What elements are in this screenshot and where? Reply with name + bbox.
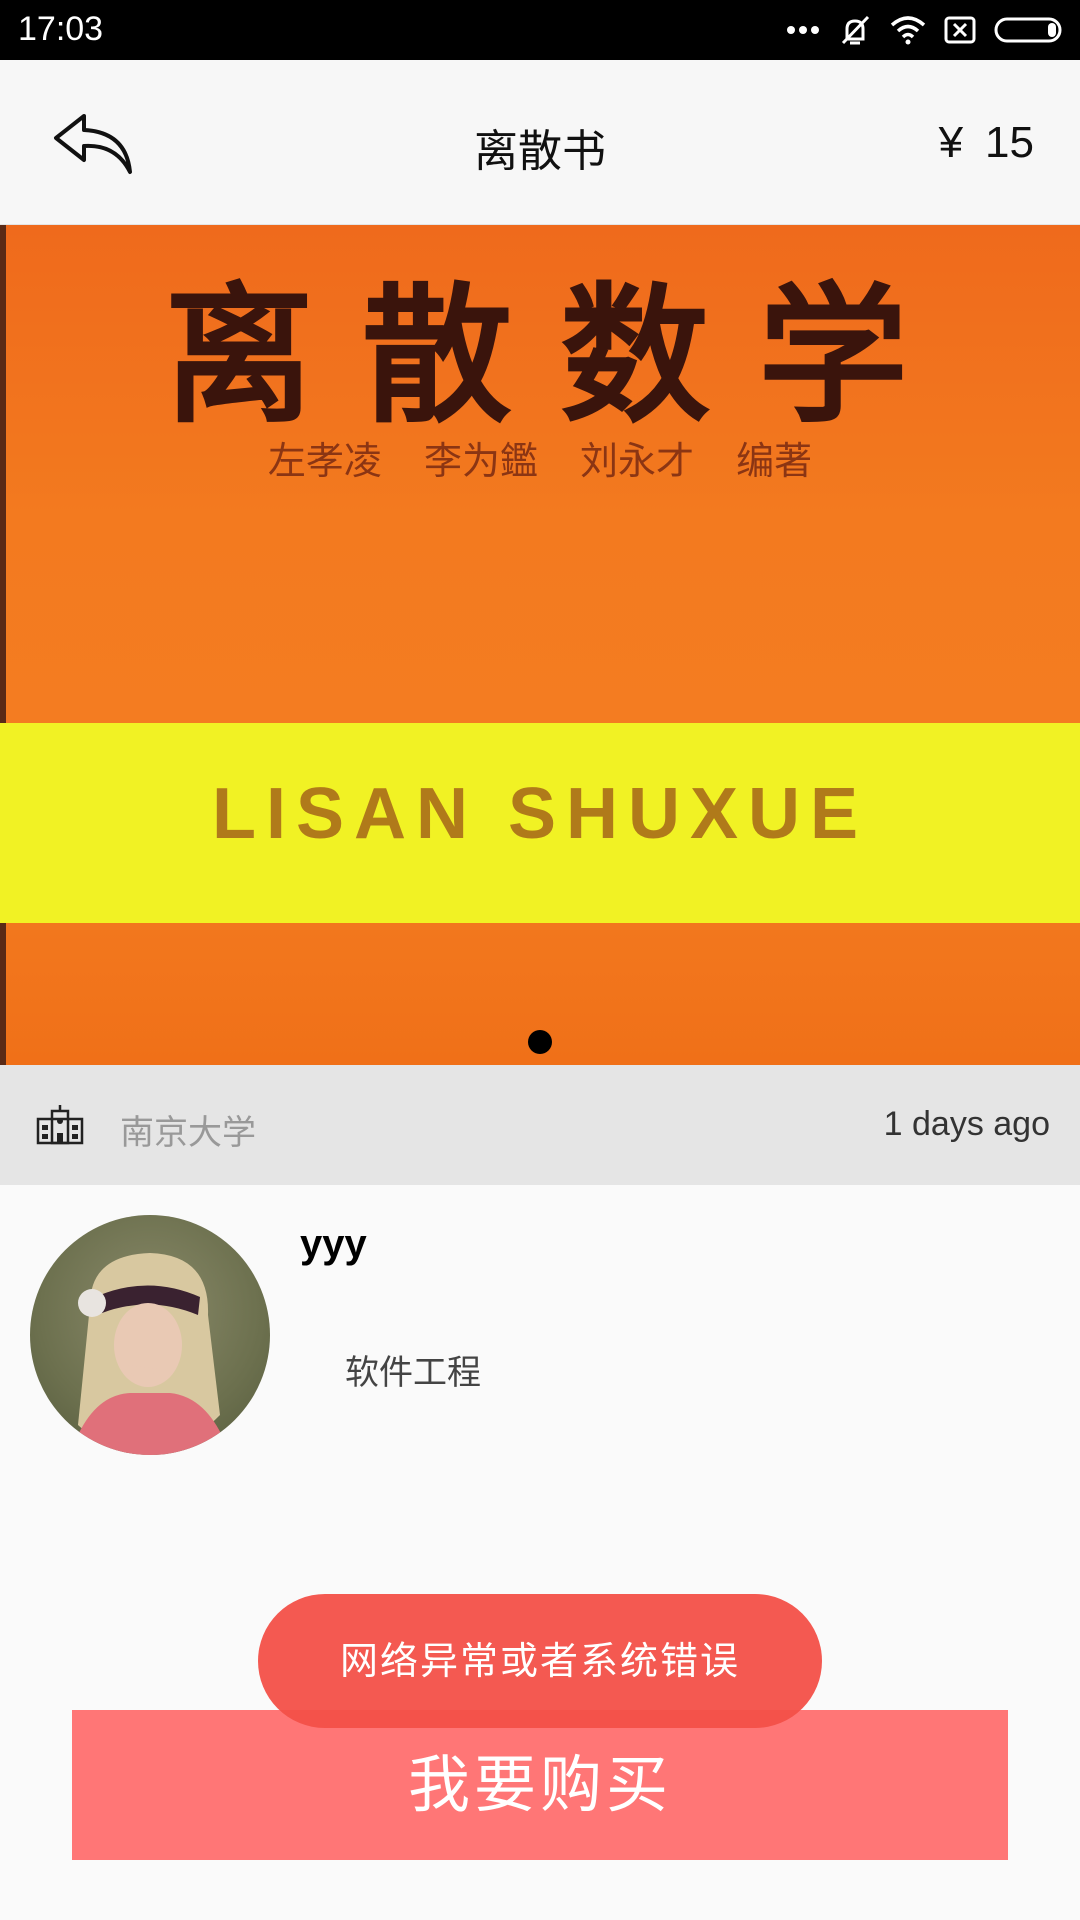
buy-button[interactable]: 我要购买 [72,1710,1008,1860]
currency-symbol: ¥ [938,118,964,167]
avatar-portrait-image [70,1253,230,1455]
cover-authors: 左孝凌 李为鑑 刘永才 编著 [267,439,813,483]
page-title: 离散书 [474,126,606,177]
seller-avatar[interactable] [30,1215,270,1455]
wifi-icon [890,16,926,45]
status-time: 17:03 [18,10,104,48]
more-dots-icon [787,26,819,34]
school-building-icon [36,1105,84,1145]
price-value: 15 [985,118,1034,167]
price: ¥15 [939,118,1034,168]
listing-info-row: 南京大学 1 days ago [0,1065,1080,1185]
seller-major: 软件工程 [345,1353,481,1393]
vibrate-off-icon [841,15,870,45]
book-image-carousel[interactable]: 离散数学 左孝凌 李为鑑 刘永才 编著 LISAN SHUXUE [0,225,1080,1065]
cover-band-text: LISAN SHUXUE [211,774,869,854]
seller-name: yyy [300,1222,367,1266]
cover-title: 离散数学 [163,268,956,444]
posted-time: 1 days ago [883,1105,1050,1143]
carousel-indicator-dot[interactable] [528,1030,552,1054]
header-bar: 离散书 ¥15 [0,60,1080,225]
no-sim-icon [944,16,976,44]
status-icons [786,12,1066,48]
status-bar: 17:03 [0,0,1080,60]
battery-icon [994,17,1062,43]
cover-band: LISAN SHUXUE [0,723,1080,923]
book-detail-screen: 17:03 离散书 ¥15 离散数学 左孝凌 李为鑑 刘永才 编著 LISAN … [0,0,1080,1920]
error-toast: 网络异常或者系统错误 [258,1594,822,1728]
school-name: 南京大学 [120,1113,256,1153]
